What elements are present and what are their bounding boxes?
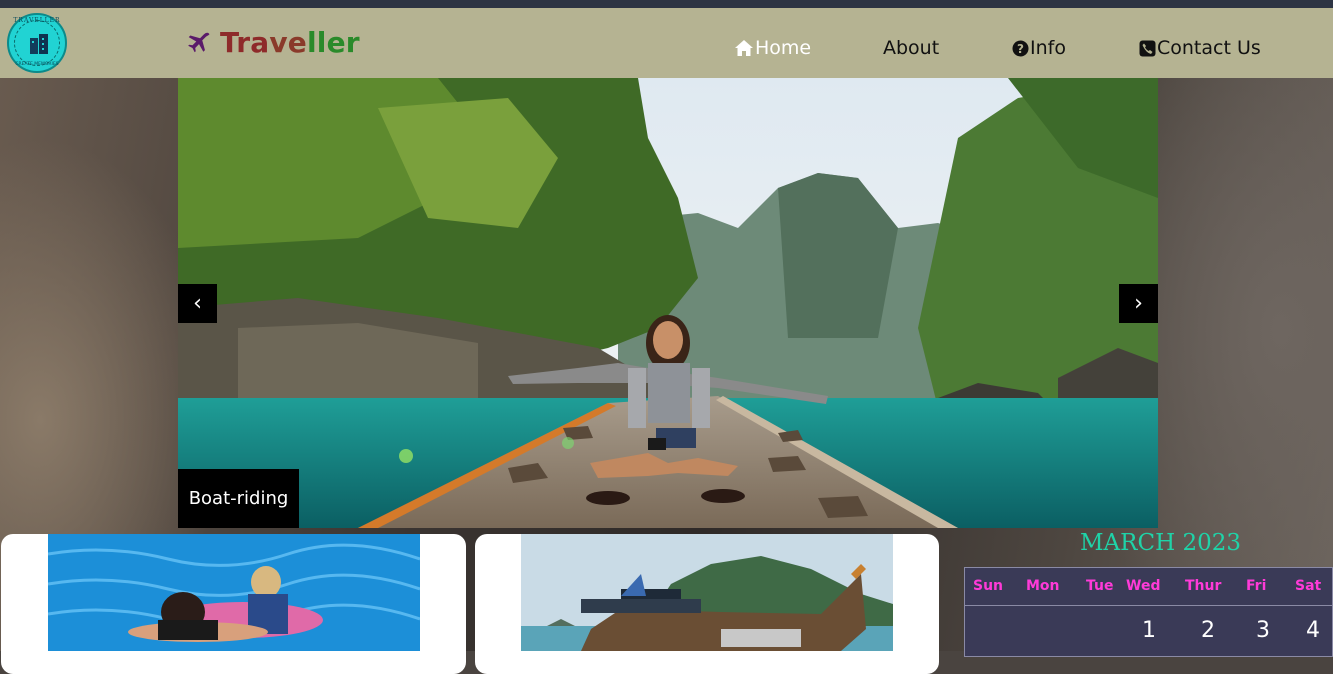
pool-photo	[48, 534, 420, 651]
logo[interactable]: TRAVELLER CREATE MEMORIES	[7, 13, 67, 73]
nav-info-label: Info	[1030, 37, 1066, 59]
nav-contact[interactable]: Contact Us	[1139, 36, 1261, 60]
brand-name-part3: ller	[306, 25, 360, 59]
nav-home[interactable]: Home	[734, 36, 811, 60]
home-icon	[735, 40, 753, 56]
brand-name-part1: Tra	[220, 25, 270, 59]
top-strip	[0, 0, 1333, 8]
card-pool[interactable]	[1, 534, 466, 674]
nav-about[interactable]: About	[883, 36, 939, 60]
calendar-header-row: Sun Mon Tue Wed Thur Fri Sat	[965, 568, 1333, 606]
nav-home-label: Home	[755, 37, 812, 59]
brand-name-part2: ve	[269, 25, 307, 59]
calendar-day[interactable]: 4	[1306, 618, 1320, 643]
weekday-thur: Thur	[1185, 578, 1222, 594]
card-boat-image	[521, 534, 893, 651]
image-carousel: ‹ › Boat-riding	[178, 78, 1158, 528]
question-icon: ?	[1012, 40, 1029, 56]
carousel-next-button[interactable]: ›	[1119, 284, 1158, 323]
boat-photo	[521, 534, 893, 651]
brand-name: Traveller	[220, 26, 360, 59]
luggage-icon	[30, 34, 48, 54]
nav-contact-label: Contact Us	[1157, 37, 1261, 59]
calendar: Sun Mon Tue Wed Thur Fri Sat 1 2 3 4	[964, 567, 1333, 657]
navbar: TRAVELLER CREATE MEMORIES Traveller Home…	[0, 8, 1333, 78]
nav-about-label: About	[883, 37, 940, 59]
card-boat[interactable]	[475, 534, 939, 674]
phone-icon	[1139, 40, 1156, 56]
weekday-tue: Tue	[1086, 578, 1114, 594]
calendar-day[interactable]: 2	[1201, 618, 1215, 643]
calendar-day[interactable]: 1	[1142, 618, 1156, 643]
weekday-wed: Wed	[1126, 578, 1161, 594]
carousel-caption: Boat-riding	[178, 469, 299, 528]
logo-ring-text: TRAVELLER	[13, 17, 61, 24]
nav-info[interactable]: ? Info	[1012, 36, 1066, 60]
weekday-fri: Fri	[1246, 578, 1267, 594]
weekday-mon: Mon	[1026, 578, 1060, 594]
svg-text:?: ?	[1017, 42, 1024, 56]
calendar-day[interactable]: 3	[1256, 618, 1270, 643]
carousel-prev-button[interactable]: ‹	[178, 284, 217, 323]
card-pool-image	[48, 534, 420, 651]
weekday-sun: Sun	[973, 578, 1004, 594]
logo-tagline: CREATE MEMORIES	[15, 62, 59, 67]
weekday-sat: Sat	[1295, 578, 1322, 594]
plane-icon	[188, 32, 210, 53]
brand[interactable]: Traveller	[186, 25, 360, 59]
carousel-slide-image	[178, 78, 1158, 528]
calendar-title: MARCH 2023	[1080, 530, 1241, 556]
